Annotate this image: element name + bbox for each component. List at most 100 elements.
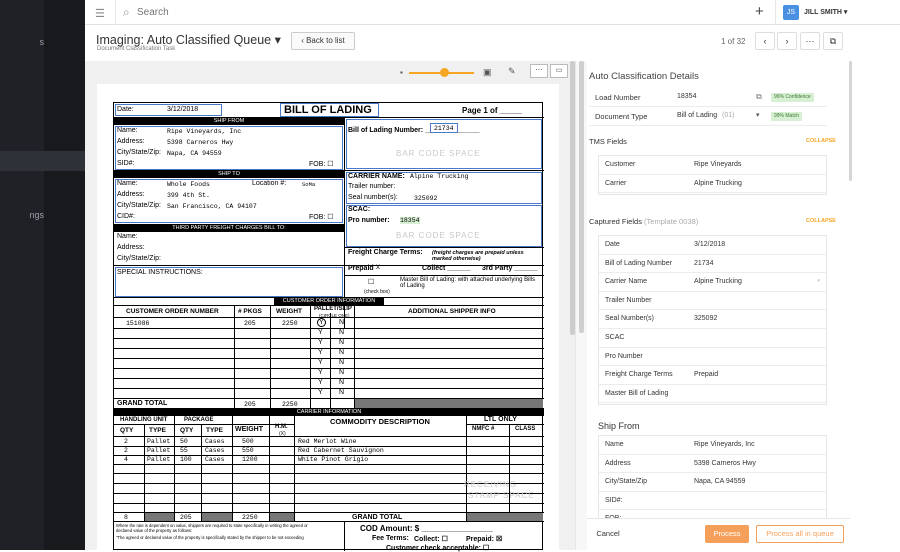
field-row[interactable]: City/State/Zip Napa, CA 94559 <box>599 473 826 492</box>
field-value[interactable]: 3/12/2018 <box>694 241 725 248</box>
grid-line <box>114 503 544 504</box>
barcode-space: BAR CODE SPACE <box>396 231 481 240</box>
open-link-icon[interactable]: ⧉ <box>756 92 762 102</box>
fee-prepaid-checkbox[interactable]: Prepaid: ☒ <box>466 535 502 543</box>
captured-fields-box: Date 3/12/2018 Bill of Lading Number 21734 C… <box>598 235 827 405</box>
master-bol-checkbox[interactable]: ☐ <box>368 278 374 286</box>
special-instructions-box[interactable] <box>115 267 343 297</box>
search-input[interactable] <box>137 5 437 20</box>
field-value[interactable]: Alpine Trucking <box>694 180 742 187</box>
collapse-tms-button[interactable]: COLLAPSE <box>806 138 836 144</box>
grand-total-label: GRAND TOTAL <box>117 400 168 407</box>
menu-icon[interactable]: ☰ <box>95 7 105 20</box>
title-box[interactable] <box>280 103 379 117</box>
field-value[interactable]: Ripe Vineyards, Inc <box>694 441 755 448</box>
zoom-out-icon[interactable]: ▪ <box>400 68 403 77</box>
grand-total-weight: 2250 <box>282 401 298 408</box>
pkg-qty: QTY <box>180 427 194 434</box>
field-row[interactable]: Master Bill of Lading <box>599 385 826 404</box>
ship-to-box[interactable] <box>115 179 343 223</box>
field-row[interactable]: Seal Number(s) 325092 <box>599 310 826 329</box>
field-row[interactable]: SCAC <box>599 329 826 348</box>
grid-line <box>114 473 544 474</box>
total-weight: 2250 <box>242 514 258 521</box>
field-row[interactable]: Pro Number <box>599 348 826 367</box>
fee-collect-checkbox[interactable]: Collect: ☐ <box>414 535 448 543</box>
load-number-row[interactable]: Load Number 18354 ⧉ 96% Confidence <box>589 88 827 107</box>
page-title[interactable]: Imaging: Auto Classified Queue ▾ <box>96 32 281 47</box>
date-field-box[interactable] <box>115 104 222 116</box>
document-type-value[interactable]: Bill of Lading <box>677 112 717 119</box>
open-external-button[interactable]: ⧉ <box>823 32 843 50</box>
next-button[interactable]: › <box>777 32 797 50</box>
document-type-row[interactable]: Document Type Bill of Lading (01) ▾ 99% … <box>589 107 827 126</box>
user-menu[interactable]: JILL SMITH ▾ <box>804 8 847 16</box>
field-row[interactable]: Freight Charge Terms Prepaid <box>599 366 826 385</box>
edit-pencil-icon[interactable]: ✎ <box>508 66 516 77</box>
ltl-header: LTL ONLY <box>484 416 517 423</box>
panel-scrollbar[interactable] <box>849 61 852 181</box>
process-all-button[interactable]: Process all in queue <box>756 525 844 543</box>
bol-header-box[interactable] <box>346 119 542 169</box>
field-value[interactable]: Alpine Trucking <box>694 278 742 285</box>
chevron-down-icon[interactable]: ▾ <box>756 111 760 119</box>
pallet-yes: Y <box>318 389 323 396</box>
back-to-list-button[interactable]: ‹ Back to list <box>291 32 355 50</box>
pane-divider[interactable] <box>575 61 587 550</box>
load-number-value[interactable]: 18354 <box>677 93 696 100</box>
item-weight: 550 <box>242 447 254 454</box>
customer-check[interactable]: Customer check acceptable: ☐ <box>386 544 489 552</box>
cancel-button[interactable]: Cancel <box>589 525 627 543</box>
field-row[interactable]: Carrier Alpine Trucking <box>599 175 826 194</box>
field-value[interactable]: Napa, CA 94559 <box>694 478 745 485</box>
collapse-captured-button[interactable]: COLLAPSE <box>806 218 836 224</box>
field-row[interactable]: Name Ripe Vineyards, Inc <box>599 436 826 455</box>
avatar[interactable]: JS <box>783 5 799 20</box>
scac-pro-box[interactable] <box>346 205 542 247</box>
field-value[interactable]: Prepaid <box>694 371 718 378</box>
grand-total-label: GRAND TOTAL <box>352 514 403 521</box>
zoom-slider-handle[interactable] <box>440 68 449 77</box>
viewer-toolbar: ▪ ▣ ✎ ⋯ ▭ <box>85 61 575 83</box>
sidebar-item-partial[interactable]: s <box>0 37 45 49</box>
grid-line <box>114 388 544 389</box>
field-row[interactable]: Date 3/12/2018 <box>599 236 826 255</box>
ship-from-box[interactable] <box>115 126 343 170</box>
field-value[interactable]: Ripe Vineyards <box>694 161 741 168</box>
stamp-space: STAMP SPACE <box>468 491 535 500</box>
panel-title: Auto Classification Details <box>589 71 699 82</box>
process-button[interactable]: Process <box>705 525 749 543</box>
address-label: Address: <box>117 244 145 251</box>
carrier-box[interactable] <box>346 172 542 204</box>
sidebar-item-settings[interactable]: ngs <box>0 210 44 222</box>
freight-terms-label: Freight Charge Terms: <box>348 249 423 256</box>
field-row[interactable]: SID#: <box>599 492 826 511</box>
shaded-cell <box>355 399 543 408</box>
customer-order-bar: CUSTOMER ORDER INFORMATION <box>274 298 384 305</box>
field-row[interactable]: Bill of Lading Number 21734 <box>599 255 826 274</box>
field-value[interactable]: 21734 <box>694 260 713 267</box>
more-button[interactable]: ··· <box>800 32 820 50</box>
grid-line <box>114 358 544 359</box>
prev-button[interactable]: ‹ <box>755 32 775 50</box>
load-number-label: Load Number <box>595 93 641 102</box>
field-value[interactable]: 325092 <box>694 315 717 322</box>
field-value[interactable]: 5398 Carneros Hwy <box>694 460 756 467</box>
field-row[interactable]: Address 5398 Carneros Hwy <box>599 455 826 474</box>
third-party-bar: THIRD PARTY FREIGHT CHARGES BILL TO: <box>114 225 344 232</box>
freight-note: (freight charges are prepaid unless mark… <box>432 250 524 262</box>
zoom-in-icon[interactable]: ▣ <box>483 67 492 78</box>
sidebar-item-active[interactable] <box>0 151 85 171</box>
col-customer-order: CUSTOMER ORDER NUMBER <box>126 308 219 315</box>
field-row[interactable]: Carrier Name Alpine Trucking ▾ <box>599 273 826 292</box>
fit-page-button[interactable]: ▭ <box>550 64 568 78</box>
chevron-down-icon[interactable]: ▾ <box>817 278 820 284</box>
field-row[interactable]: Trailer Number <box>599 292 826 311</box>
ship-from-header: Ship From <box>598 421 640 431</box>
pallet-yes: Y <box>318 349 323 356</box>
document-type-label: Document Type <box>595 112 648 121</box>
field-row[interactable]: Customer Ripe Vineyards <box>599 156 826 175</box>
document-scrollbar[interactable] <box>579 61 584 333</box>
fit-width-button[interactable]: ⋯ <box>530 64 548 78</box>
add-icon[interactable]: + <box>755 3 764 20</box>
